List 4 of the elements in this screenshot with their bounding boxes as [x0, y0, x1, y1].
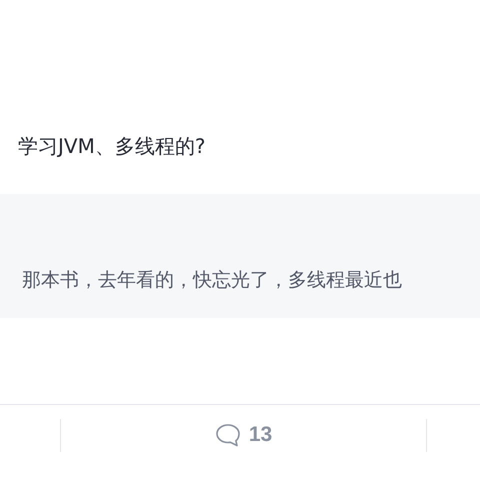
quoted-text: 那本书，去年看的，快忘光了，多线程最近也	[21, 268, 402, 293]
question-title: 学习JVM、多线程的?	[17, 133, 206, 160]
comment-button[interactable]: 13	[214, 423, 272, 447]
comment-icon	[214, 423, 241, 447]
